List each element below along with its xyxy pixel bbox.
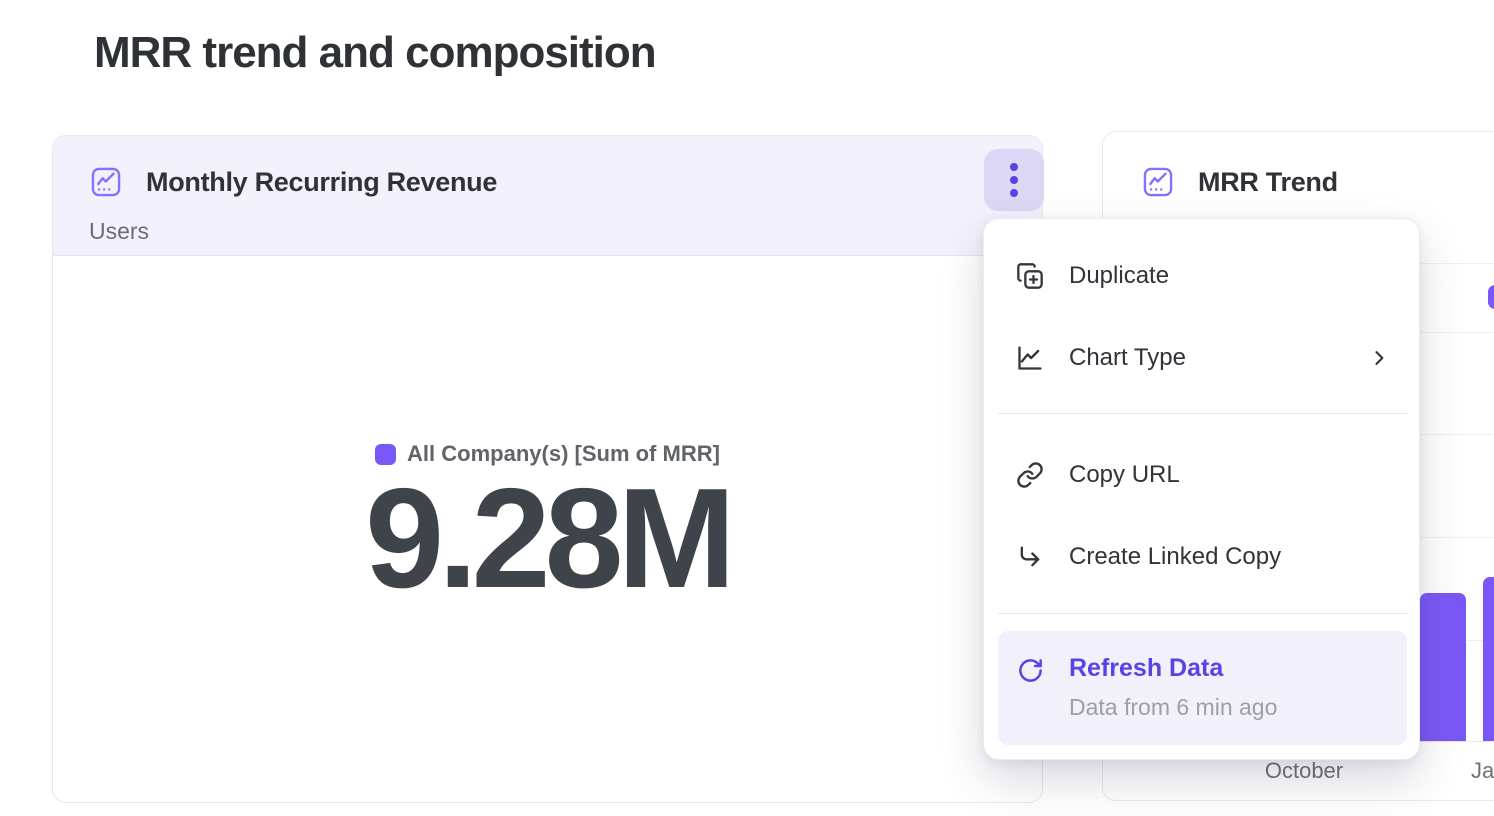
menu-divider — [998, 413, 1407, 414]
menu-item-label: Refresh Data — [1069, 654, 1223, 683]
chevron-right-icon — [1369, 348, 1389, 368]
duplicate-icon — [1016, 262, 1044, 290]
link-icon — [1016, 461, 1044, 489]
bar[interactable] — [1483, 577, 1494, 741]
trend-legend-swatch[interactable] — [1488, 285, 1494, 309]
chart-line-icon — [90, 166, 122, 198]
kebab-vertical-icon — [1010, 163, 1018, 197]
menu-divider — [998, 613, 1407, 614]
refresh-icon — [1017, 657, 1044, 684]
chart-type-icon — [1016, 344, 1044, 372]
x-tick-label: October — [1243, 758, 1365, 784]
card-options-button[interactable] — [984, 149, 1044, 211]
menu-item-duplicate[interactable]: Duplicate — [984, 236, 1419, 316]
x-axis-ticks: October Ja — [1103, 758, 1494, 786]
menu-item-copy-url[interactable]: Copy URL — [984, 435, 1419, 515]
card-options-menu: Duplicate Chart Type — [983, 218, 1420, 760]
menu-item-label: Copy URL — [1069, 461, 1180, 489]
bar[interactable] — [1420, 593, 1466, 741]
menu-item-label: Duplicate — [1069, 262, 1169, 290]
menu-item-sublabel: Data from 6 min ago — [1069, 694, 1277, 721]
dashboard-page: MRR trend and composition MRR Trend — [0, 0, 1494, 816]
x-tick-label: Ja — [1471, 758, 1494, 784]
menu-item-chart-type[interactable]: Chart Type — [984, 318, 1419, 398]
corner-down-right-icon — [1016, 543, 1044, 571]
page-title: MRR trend and composition — [94, 28, 656, 78]
menu-item-label: Chart Type — [1069, 344, 1186, 372]
menu-item-refresh-data[interactable]: Refresh Data Data from 6 min ago — [998, 631, 1407, 745]
monthly-recurring-revenue-card: Monthly Recurring Revenue Users All Comp… — [52, 135, 1043, 803]
card-title: MRR Trend — [1198, 167, 1338, 198]
menu-item-label: Create Linked Copy — [1069, 543, 1281, 571]
card-title: Monthly Recurring Revenue — [146, 167, 497, 198]
kpi-value: 9.28M — [53, 468, 1042, 610]
chart-line-icon — [1142, 166, 1174, 198]
mrr-card-header: Monthly Recurring Revenue Users — [53, 136, 1042, 256]
card-subtitle: Users — [89, 218, 149, 245]
menu-item-create-linked-copy[interactable]: Create Linked Copy — [984, 517, 1419, 597]
